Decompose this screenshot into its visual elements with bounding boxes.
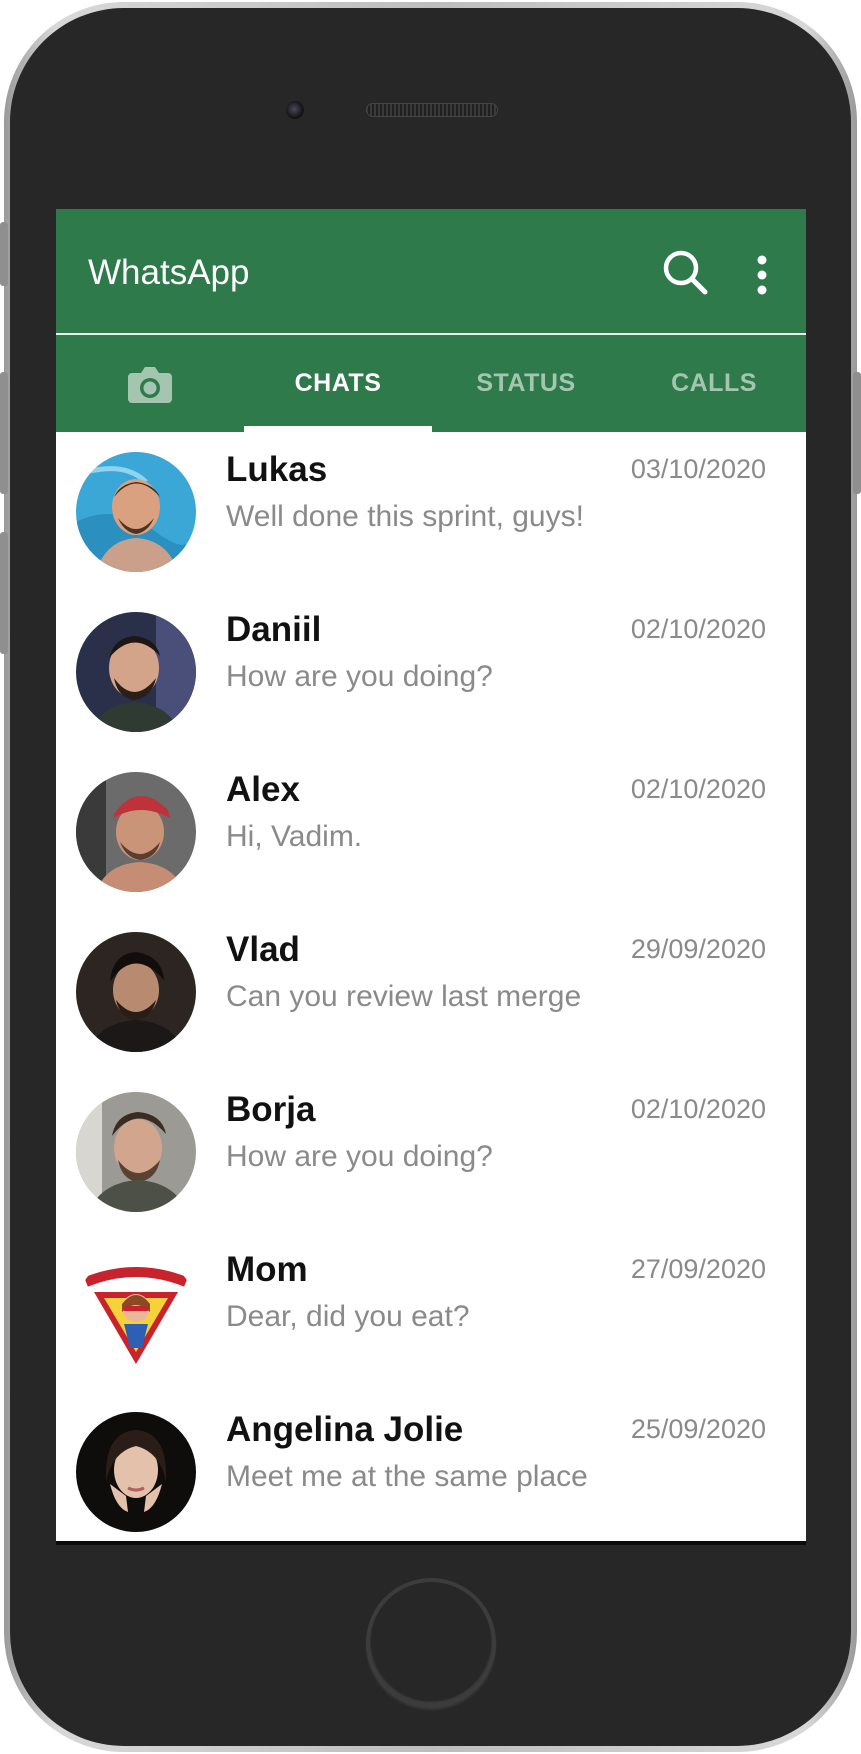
chat-last-message: Hi, Vadim. xyxy=(226,820,363,853)
chat-last-message: Meet me at the same place xyxy=(226,1460,588,1493)
search-icon[interactable] xyxy=(662,249,708,295)
volume-down-button xyxy=(0,532,8,654)
chat-last-message: Well done this sprint, guys! xyxy=(226,500,584,533)
screen-edge xyxy=(56,1541,806,1545)
chat-name: Mom xyxy=(226,1250,308,1289)
chat-item[interactable]: Vlad Can you review last merge 29/09/202… xyxy=(56,912,806,1072)
power-button xyxy=(853,372,861,494)
avatar xyxy=(76,1412,196,1532)
chat-last-message: How are you doing? xyxy=(226,660,493,693)
chat-list: Lukas Well done this sprint, guys! 03/10… xyxy=(56,432,806,1544)
tab-bar: CHATS STATUS CALLS xyxy=(56,335,806,432)
chat-last-message: Dear, did you eat? xyxy=(226,1300,470,1333)
volume-up-button xyxy=(0,372,8,494)
chat-item[interactable]: Alex Hi, Vadim. 02/10/2020 xyxy=(56,752,806,912)
avatar xyxy=(76,452,196,572)
tab-calls[interactable]: CALLS xyxy=(620,335,806,432)
camera-icon xyxy=(128,366,172,403)
chat-last-message: How are you doing? xyxy=(226,1140,493,1173)
earpiece-speaker xyxy=(366,103,498,117)
app-bar: WhatsApp xyxy=(56,209,806,335)
tab-chats[interactable]: CHATS xyxy=(244,335,432,432)
avatar xyxy=(76,932,196,1052)
chat-date: 02/10/2020 xyxy=(630,614,766,644)
home-button[interactable] xyxy=(366,1578,496,1708)
tab-status[interactable]: STATUS xyxy=(432,335,620,432)
chat-date: 02/10/2020 xyxy=(630,774,766,804)
app-title: WhatsApp xyxy=(88,253,250,292)
chat-date: 29/09/2020 xyxy=(630,934,766,964)
chat-item[interactable]: Mom Dear, did you eat? 27/09/2020 xyxy=(56,1232,806,1392)
chat-name: Borja xyxy=(226,1090,316,1129)
chat-last-message: Can you review last merge xyxy=(226,980,582,1013)
avatar xyxy=(76,772,196,892)
chat-name: Daniil xyxy=(226,610,322,649)
chat-name: Alex xyxy=(226,770,300,809)
avatar xyxy=(76,612,196,732)
chat-item[interactable]: Angelina Jolie Meet me at the same place… xyxy=(56,1392,806,1544)
chat-item[interactable]: Daniil How are you doing? 02/10/2020 xyxy=(56,592,806,752)
chat-date: 27/09/2020 xyxy=(630,1254,766,1284)
avatar xyxy=(76,1252,196,1372)
chat-item[interactable]: Lukas Well done this sprint, guys! 03/10… xyxy=(56,432,806,592)
chat-name: Angelina Jolie xyxy=(226,1410,464,1449)
avatar xyxy=(76,1092,196,1212)
chat-name: Vlad xyxy=(226,930,300,969)
front-camera xyxy=(286,101,304,119)
chat-name: Lukas xyxy=(226,450,328,489)
app-screen: WhatsApp CHATS STATUS CALLS Lukas Well d… xyxy=(56,209,806,1544)
tab-camera[interactable] xyxy=(56,335,244,432)
more-vert-icon[interactable] xyxy=(754,255,770,295)
chat-item[interactable]: Borja How are you doing? 02/10/2020 xyxy=(56,1072,806,1232)
mute-switch xyxy=(0,222,8,286)
chat-date: 03/10/2020 xyxy=(630,454,766,484)
chat-date: 25/09/2020 xyxy=(630,1414,766,1444)
chat-date: 02/10/2020 xyxy=(630,1094,766,1124)
